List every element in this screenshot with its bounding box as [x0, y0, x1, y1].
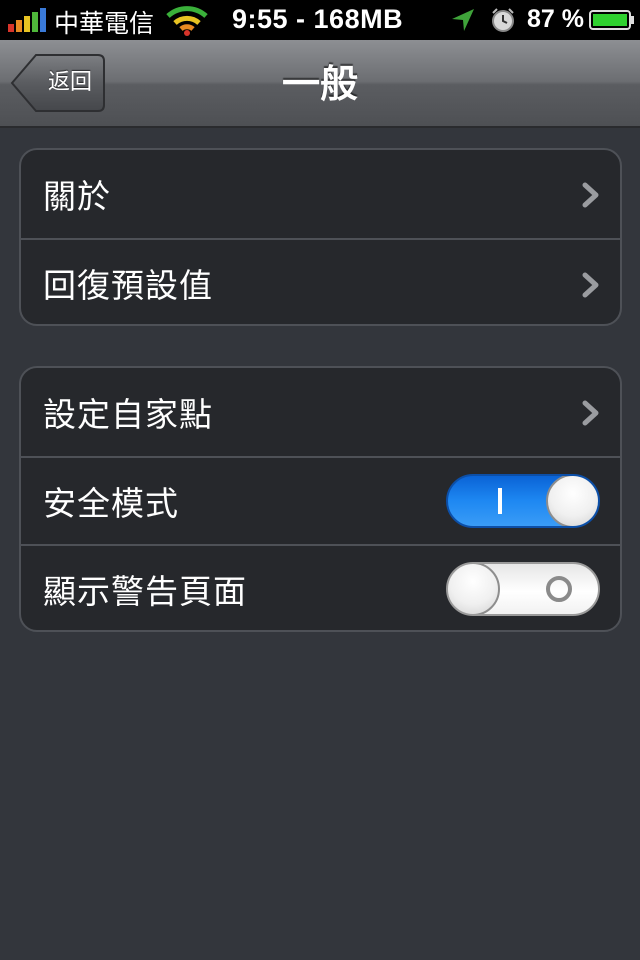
location-arrow-icon: [452, 9, 474, 31]
show-warning-page-switch[interactable]: [446, 562, 600, 616]
settings-group-info: 關於 回復預設值: [19, 148, 622, 326]
status-time: 9:55 - 168MB: [232, 4, 404, 34]
back-button-label: 返回: [47, 70, 92, 95]
switch-on-mark: [498, 488, 502, 514]
row-restore-defaults[interactable]: 回復預設值: [21, 238, 620, 324]
row-set-home-point[interactable]: 設定自家點: [21, 368, 620, 456]
row-show-warning-page: 顯示警告頁面: [21, 544, 620, 630]
signal-bars-icon: [8, 8, 46, 32]
row-label: 回復預設值: [43, 266, 213, 305]
back-button[interactable]: 返回: [10, 53, 106, 113]
page-title: 一般: [281, 62, 358, 106]
safe-mode-switch[interactable]: [446, 474, 600, 528]
switch-off-mark: [546, 576, 572, 602]
chevron-right-icon: [582, 400, 599, 426]
switch-knob: [546, 476, 598, 526]
battery-icon: [589, 10, 634, 30]
switch-knob: [448, 564, 500, 614]
battery-percent: 87 %: [527, 5, 584, 33]
chevron-right-icon: [582, 272, 599, 298]
status-bar: 中華電信 9:55 - 168MB 87 %: [0, 0, 640, 40]
row-safe-mode: 安全模式: [21, 456, 620, 544]
row-label: 安全模式: [43, 484, 179, 523]
settings-group-options: 設定自家點 安全模式 顯示警告頁面: [19, 366, 622, 632]
row-label: 關於: [43, 177, 111, 216]
row-about[interactable]: 關於: [21, 150, 620, 238]
alarm-clock-icon: [492, 8, 514, 32]
wifi-icon: [166, 6, 208, 36]
carrier-name: 中華電信: [54, 9, 155, 38]
navigation-bar: 返回 一般: [0, 40, 640, 128]
row-label: 顯示警告頁面: [43, 572, 247, 611]
row-label: 設定自家點: [43, 395, 213, 434]
chevron-right-icon: [582, 182, 599, 208]
